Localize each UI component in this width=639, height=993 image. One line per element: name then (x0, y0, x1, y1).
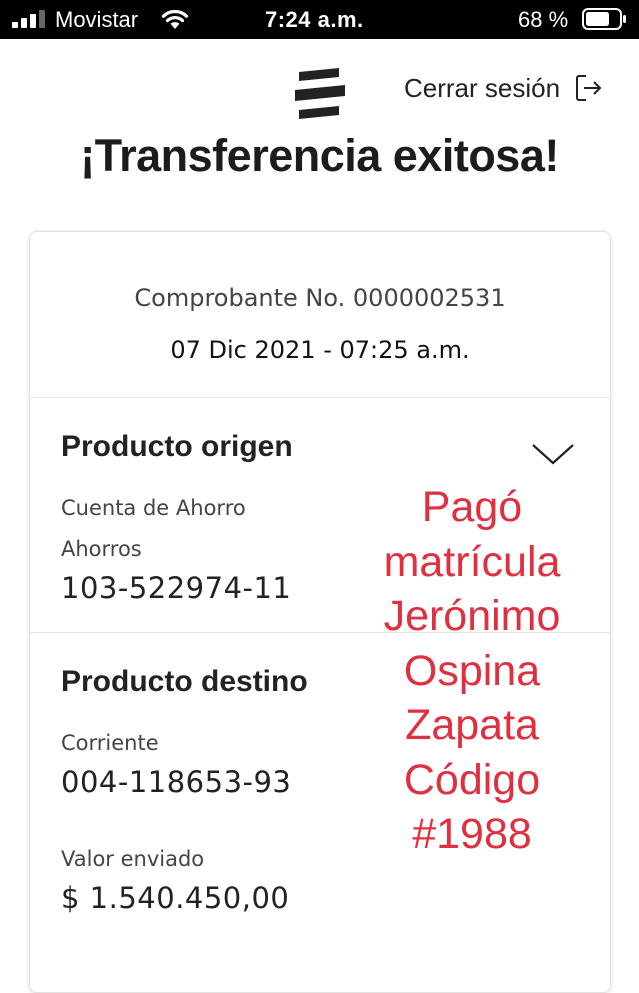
wifi-icon (161, 9, 189, 29)
note-line: Pagó (421, 483, 523, 531)
logout-button[interactable]: Cerrar sesión (404, 70, 604, 106)
origin-account-type: Cuenta de Ahorro (61, 496, 246, 520)
note-line: #1988 (412, 810, 532, 858)
receipt-number: Comprobante No. 0000002531 (134, 284, 506, 312)
logout-icon (576, 75, 602, 101)
status-bar: Movistar 7:24 a.m. 68 % (0, 0, 639, 39)
payment-note: Pagó matrícula Jerónimo Ospina Zapata Có… (352, 480, 592, 862)
note-line: Zapata (405, 701, 539, 749)
note-line: Jerónimo (383, 592, 561, 640)
note-line: Código (403, 755, 541, 804)
receipt-date: 07 Dic 2021 - 07:25 a.m. (170, 336, 470, 364)
signal-icon (12, 10, 45, 28)
origin-account-number: 103-522974-11 (61, 571, 292, 605)
divider (30, 397, 610, 398)
page-title: ¡Transferencia exitosa! (80, 130, 559, 181)
amount-value: $ 1.540.450,00 (61, 881, 290, 915)
battery-icon (582, 8, 626, 30)
note-line: Ospina (403, 646, 541, 695)
destination-account-number: 004-118653-93 (61, 765, 292, 799)
destination-section-title: Producto destino (61, 665, 308, 698)
battery-percentage: 68 % (518, 7, 569, 32)
origin-account-subtype: Ahorros (61, 537, 142, 561)
logout-label: Cerrar sesión (404, 72, 561, 103)
bank-logo (295, 68, 345, 119)
carrier-name: Movistar (55, 7, 139, 32)
amount-label: Valor enviado (61, 847, 205, 871)
destination-account-type: Corriente (61, 731, 159, 755)
note-line: matrícula (383, 537, 561, 586)
origin-section-title: Producto origen (61, 430, 293, 463)
clock: 7:24 a.m. (265, 7, 364, 32)
chevron-down-icon[interactable] (530, 441, 576, 467)
